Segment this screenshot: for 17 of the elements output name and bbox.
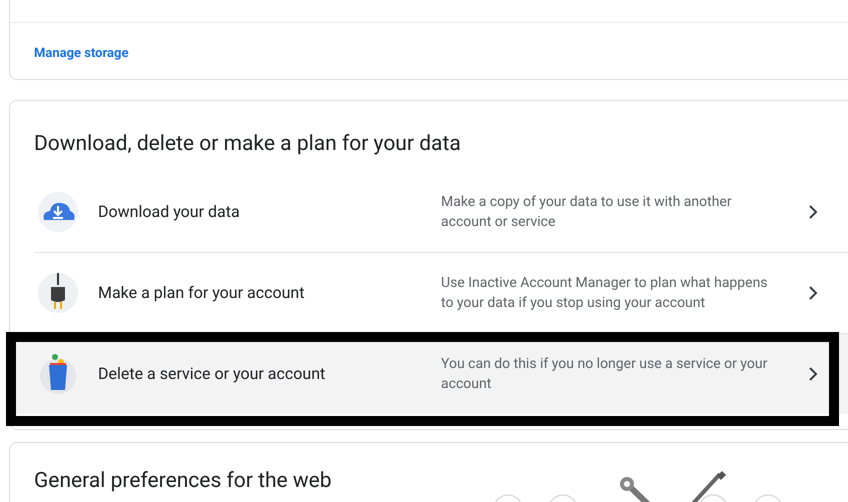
option-description: Make a copy of your data to use it with another account or service	[441, 193, 733, 232]
section-title: Download, delete or make a plan for your data	[33, 131, 462, 158]
option-title: Make a plan for your account	[98, 282, 306, 304]
manage-storage-link[interactable]: Manage storage	[34, 46, 128, 61]
plug-icon	[38, 273, 78, 313]
cloud-download-icon	[38, 192, 78, 232]
chevron-right-icon	[808, 367, 818, 381]
data-option-row[interactable]: Download your data Make a copy of your data to use it with another account or service	[10, 172, 848, 252]
option-title: Delete a service or your account	[98, 363, 326, 385]
option-description: Use Inactive Account Manager to plan what happens to your data if you stop using your account	[441, 274, 769, 313]
chevron-right-icon	[808, 205, 818, 219]
option-description: You can do this if you no longer use a service or your account	[441, 355, 768, 394]
option-title: Download your data	[98, 201, 241, 223]
data-option-row[interactable]: Make a plan for your account Use Inactive Account Manager to plan what happens to your data if you stop using your account	[10, 253, 848, 333]
trash-can-icon	[38, 354, 78, 394]
section-title: General preferences for the web	[34, 468, 332, 495]
chevron-right-icon	[808, 286, 818, 300]
